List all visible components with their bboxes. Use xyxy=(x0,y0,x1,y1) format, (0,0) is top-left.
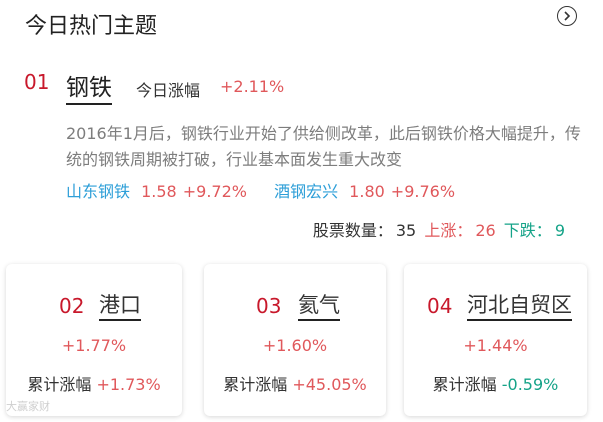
stock-price: 1.80 xyxy=(349,182,385,201)
rise-label: 上涨： xyxy=(424,221,473,240)
today-change-value: +1.60% xyxy=(262,336,328,355)
related-stocks: 山东钢铁 1.58 +9.72% 酒钢宏兴 1.80 +9.76% xyxy=(66,181,477,203)
cumulative-change-label: 累计涨幅 xyxy=(223,375,288,394)
topic-rank: 02 xyxy=(59,294,85,318)
topic-rank: 01 xyxy=(24,70,50,94)
today-change-value: +1.77% xyxy=(61,336,127,355)
stock-change: +9.72% xyxy=(182,182,247,201)
cumulative-change-label: 累计涨幅 xyxy=(27,375,92,394)
cumulative-change-value: -0.59% xyxy=(501,375,559,394)
today-change-value: +2.11% xyxy=(220,77,285,96)
stock-item[interactable]: 山东钢铁 1.58 +9.72% xyxy=(66,181,253,203)
topic-name-link[interactable]: 港口 xyxy=(99,291,141,321)
stock-change: +9.76% xyxy=(390,182,456,201)
topic-description: 2016年1月后，钢铁行业开始了供给侧改革，此后钢铁价格大幅提升，传统的钢铁周期… xyxy=(66,124,581,169)
chevron-right-circle-icon[interactable] xyxy=(557,6,577,26)
stock-summary: 股票数量： 35 上涨： 26 下跌： 9 xyxy=(310,220,565,242)
stock-name[interactable]: 酒钢宏兴 xyxy=(274,182,338,201)
topic-name-link[interactable]: 河北自贸区 xyxy=(467,291,572,321)
panel-title: 今日热门主题 xyxy=(25,14,158,39)
topic-card[interactable]: 02 港口 +1.77% 累计涨幅 +1.73% xyxy=(6,264,182,416)
watermark: 大赢家财 xyxy=(6,400,50,413)
today-change-label: 今日涨幅 xyxy=(136,81,201,100)
fall-count: 9 xyxy=(554,221,565,240)
fall-label: 下跌： xyxy=(503,221,552,240)
cumulative-change: 累计涨幅 +1.73% xyxy=(6,371,182,395)
topic-name-link[interactable]: 钢铁 xyxy=(66,74,112,105)
today-change-value: +1.44% xyxy=(463,336,528,355)
topic-name-link[interactable]: 氦气 xyxy=(298,291,340,321)
cumulative-change-label: 累计涨幅 xyxy=(432,375,497,394)
stock-count-label: 股票数量： xyxy=(312,221,393,240)
stock-name[interactable]: 山东钢铁 xyxy=(66,182,130,201)
cumulative-change: 累计涨幅 +45.05% xyxy=(204,371,386,395)
cumulative-change-value: +45.05% xyxy=(292,375,367,394)
hot-topics-panel: 今日热门主题 01 钢铁 今日涨幅 +2.11% 2016年1月后，钢铁行业开始… xyxy=(0,0,603,422)
cumulative-change-value: +1.73% xyxy=(96,375,161,394)
topic-rank: 04 xyxy=(427,294,453,318)
topic-rank: 03 xyxy=(256,294,282,318)
stock-item[interactable]: 酒钢宏兴 1.80 +9.76% xyxy=(274,181,461,203)
topic-card[interactable]: 04 河北自贸区 +1.44% 累计涨幅 -0.59% xyxy=(404,264,587,416)
stock-price: 1.58 xyxy=(141,182,177,201)
topic-card[interactable]: 03 氦气 +1.60% 累计涨幅 +45.05% xyxy=(204,264,386,416)
cumulative-change: 累计涨幅 -0.59% xyxy=(404,371,587,395)
rise-count: 26 xyxy=(475,221,496,240)
stock-count: 35 xyxy=(395,221,417,240)
